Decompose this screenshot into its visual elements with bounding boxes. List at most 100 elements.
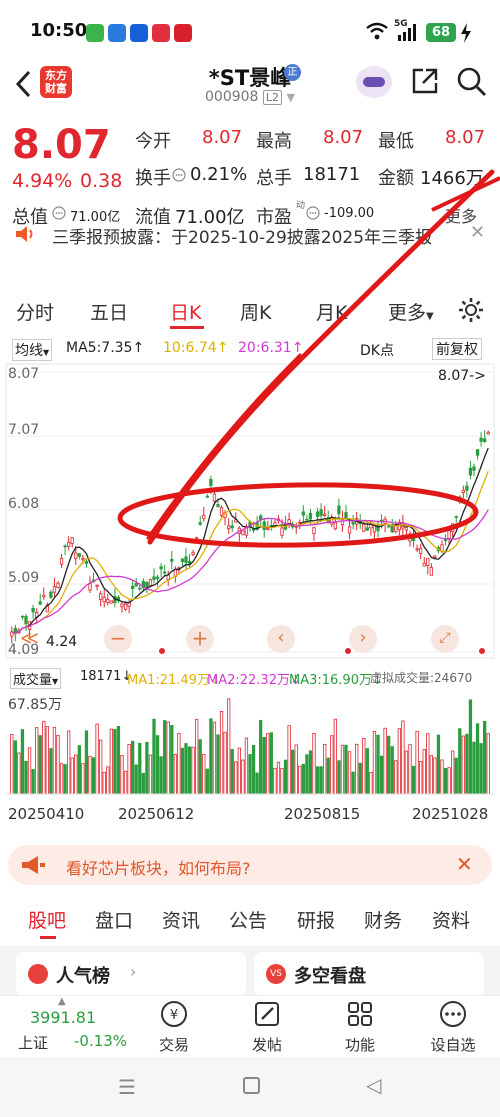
volume-bar [315, 766, 320, 795]
stock-header: 东方 财富 *ST景峰 正 000908 L2 ▼ [0, 62, 500, 112]
candle [120, 603, 124, 608]
collapse-icon[interactable]: ≪ [20, 628, 39, 649]
tab-research[interactable]: 研报 [297, 906, 335, 933]
x-tick-label: 20251028 [412, 805, 489, 823]
app-notification-icon [130, 24, 148, 42]
popularity-label: 人气榜 [56, 966, 110, 987]
scroll-left-button[interactable]: ‹ [267, 625, 295, 653]
bull-bear-card[interactable]: VS 多空看盘 [254, 952, 484, 996]
volume-bar [468, 699, 473, 795]
edit-icon [255, 1002, 279, 1026]
volume-bar [209, 718, 213, 795]
tab-news[interactable]: 资讯 [162, 906, 200, 933]
volume-bar [280, 768, 284, 795]
volume-bar [230, 749, 234, 795]
zoom-in-button[interactable]: + [186, 625, 214, 653]
vs-icon: VS [266, 964, 286, 984]
x-tick-label: 20250410 [8, 805, 85, 823]
chevron-right-icon: › [130, 962, 137, 981]
volume-bar [472, 741, 476, 795]
volume-bar [394, 760, 398, 795]
volume-bar [184, 743, 188, 795]
nav-functions[interactable]: 功能 [320, 996, 400, 1058]
volume-bar [312, 732, 316, 795]
svg-text:¥: ¥ [170, 1008, 178, 1023]
volume-selector[interactable]: 成交量▼ [10, 668, 62, 689]
volume-chart[interactable] [0, 690, 500, 800]
promo-banner[interactable]: 看好芯片板块，如何布局? ✕ [8, 845, 492, 885]
volume-bar [237, 747, 241, 795]
chevron-down-icon: ▼ [52, 677, 59, 686]
open-value: 8.07 [202, 127, 243, 148]
volume-ma2: MA2:22.32万↓ [207, 673, 301, 688]
banner-text: 看好芯片板块，如何布局? [66, 859, 251, 878]
volume-bar [479, 743, 483, 795]
nav-watchlist[interactable]: 设自选 [413, 996, 493, 1058]
volume-bar [67, 730, 71, 795]
close-icon[interactable]: ✕ [456, 852, 473, 876]
volume-bar [461, 735, 465, 795]
volume-bar [99, 739, 103, 795]
volume-bar [262, 737, 266, 795]
volume-bar [195, 718, 199, 795]
volume-bar [305, 754, 309, 795]
volume-bar [301, 763, 305, 795]
popularity-card[interactable]: 人气榜 › [16, 952, 246, 996]
candle [38, 601, 42, 605]
home-icon[interactable] [243, 1077, 260, 1094]
volume-bar [404, 750, 409, 795]
tab-announcements[interactable]: 公告 [229, 906, 267, 933]
fullscreen-icon[interactable]: ⤢ [431, 625, 459, 653]
volume-bar [422, 749, 426, 795]
event-marker[interactable] [345, 648, 351, 654]
more-dots-icon [440, 1001, 466, 1027]
tab-finance[interactable]: 财务 [364, 906, 402, 933]
volume-bar [216, 734, 220, 795]
index-name: 上证 [18, 1034, 49, 1052]
volume-bar [347, 751, 352, 795]
share-icon[interactable] [410, 66, 440, 96]
volume-bar [266, 733, 270, 795]
volume-bar [166, 721, 170, 795]
event-marker[interactable] [159, 648, 165, 654]
volume-bar [433, 757, 437, 795]
volume-bar [42, 720, 46, 795]
volume-bar [344, 744, 348, 795]
volume-bar [223, 731, 227, 795]
yuan-icon: ¥ [161, 1001, 187, 1027]
volume-bar [483, 720, 487, 795]
nav-trade[interactable]: ¥ 交易 [134, 996, 214, 1058]
scroll-right-button[interactable]: › [349, 625, 377, 653]
volume-bar [259, 719, 263, 795]
nav-post[interactable]: 发帖 [227, 996, 307, 1058]
volume-bar [24, 760, 28, 795]
volume-bar [241, 759, 245, 795]
volume-bar [20, 729, 25, 795]
volume-bar [134, 764, 138, 795]
volume-bar [255, 772, 259, 795]
bottom-navigation: ▲ 3991.81 上证 -0.13% ¥ 交易 发帖 功能 设自选 [0, 995, 500, 1057]
tab-guba[interactable]: 股吧 [28, 906, 66, 933]
zoom-out-button[interactable]: − [104, 625, 132, 653]
chevron-down-icon: ▼ [286, 91, 295, 104]
volume-bar [177, 732, 181, 795]
bull-bear-label: 多空看盘 [294, 966, 366, 987]
index-ticker[interactable]: ▲ 3991.81 上证 -0.13% [0, 996, 127, 1058]
volume-bar [145, 741, 149, 795]
volume-bar [31, 769, 35, 795]
assistant-avatar-icon[interactable] [356, 66, 392, 98]
back-icon[interactable]: ◁ [366, 1073, 381, 1097]
volume-bar [173, 754, 177, 795]
feature-cards: 人气榜 › VS 多空看盘 [0, 946, 500, 998]
candle [99, 593, 103, 600]
volume-bar [244, 737, 249, 795]
menu-icon[interactable]: ☰ [118, 1075, 136, 1099]
event-marker[interactable] [479, 648, 485, 654]
volume-bar [77, 745, 81, 795]
search-icon[interactable] [456, 66, 488, 98]
volume-bar [13, 740, 17, 795]
volume-bar [319, 766, 323, 795]
volume-bar [443, 767, 448, 795]
tab-pankou[interactable]: 盘口 [95, 906, 133, 933]
tab-profile[interactable]: 资料 [432, 906, 470, 933]
